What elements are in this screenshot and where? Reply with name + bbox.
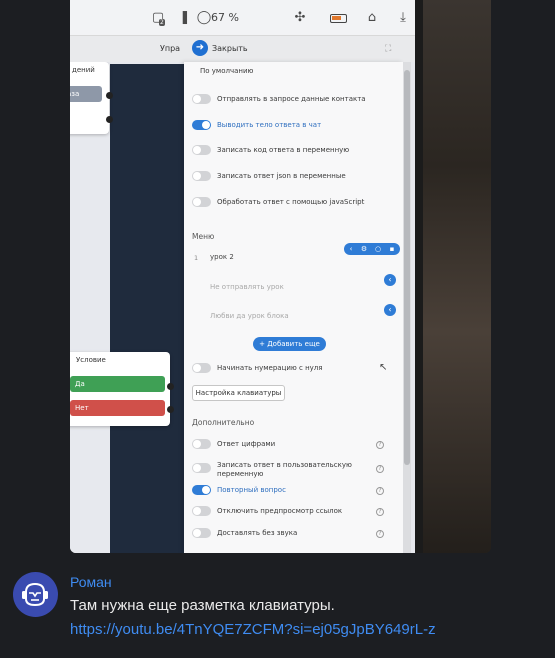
menu-item-input[interactable]: Не отправлять урок	[210, 280, 370, 294]
toggle-javascript[interactable]	[192, 197, 211, 207]
zoom-level: 67 %	[211, 11, 239, 24]
connector-dot[interactable]	[106, 116, 113, 123]
no-button[interactable]: Нет	[70, 400, 165, 416]
close-label[interactable]: Закрыть	[212, 44, 248, 53]
toggle-start-numbering[interactable]	[192, 363, 211, 373]
help-icon[interactable]: ?	[376, 530, 384, 538]
monitor-bezel	[415, 0, 423, 553]
connector-dot[interactable]	[106, 92, 113, 99]
flow-canvas-dark	[110, 64, 185, 553]
toggle-label: Выводить тело ответа в чат	[217, 121, 322, 129]
menu-section-title: Меню	[192, 232, 215, 241]
toggle-label: Начинать нумерацию с нуля	[217, 364, 323, 372]
mouse-cursor-icon: ↖	[379, 362, 388, 373]
browser-toolbar: ▢ 2 ❚ ◯ 67 % ✣ ⌂ ⤓	[70, 0, 415, 36]
node-title: дений	[72, 66, 95, 74]
default-select-value[interactable]: По умолчанию	[200, 67, 253, 76]
toggle-save-user-var[interactable]	[192, 463, 211, 473]
toggle-output-body[interactable]	[192, 120, 211, 130]
download-icon: ⤓	[400, 10, 406, 25]
connector-dot[interactable]	[167, 406, 174, 413]
toggle-link-preview[interactable]	[192, 506, 211, 516]
keyboard-settings-button[interactable]: Настройка клавиатуры	[192, 385, 285, 401]
puzzle-icon: ✣	[294, 10, 306, 25]
chevron-left-icon[interactable]: ‹	[384, 274, 396, 286]
node-button[interactable]: аза	[70, 86, 102, 102]
help-icon[interactable]: ?	[376, 487, 384, 495]
speech-bubble-icon: ◯	[196, 10, 212, 25]
condition-node[interactable]: Условие Да Нет	[70, 352, 170, 426]
battery-icon	[330, 14, 347, 23]
add-more-button[interactable]: + Добавить еще	[253, 337, 326, 351]
robot-icon	[22, 582, 48, 607]
additional-section-title: Дополнительно	[192, 418, 255, 427]
yes-button[interactable]: Да	[70, 376, 165, 392]
toggle-label: Обработать ответ с помощью javaScript	[217, 198, 365, 206]
toggle-label: Ответ цифрами	[217, 440, 276, 448]
toggle-save-code[interactable]	[192, 145, 211, 155]
toggle-silent[interactable]	[192, 528, 211, 538]
manage-label: Упра	[160, 44, 181, 53]
toggle-label: Записать ответ в пользовательскую переме…	[217, 461, 352, 478]
toggle-label: Отключить предпросмотр ссылок	[217, 507, 343, 515]
copy-icon[interactable]: ○	[373, 244, 383, 254]
close-button[interactable]: ➜	[192, 40, 208, 56]
expand-icon[interactable]: ⛶	[385, 44, 391, 54]
settings-panel	[184, 62, 403, 553]
avatar[interactable]	[13, 572, 58, 617]
menu-item-number: 1	[194, 254, 199, 262]
flow-node-top[interactable]: дений аза	[70, 62, 109, 134]
monitor-screen: ▢ 2 ❚ ◯ 67 % ✣ ⌂ ⤓ дений аза Условие Да …	[70, 0, 415, 553]
toggle-repeat-question[interactable]	[192, 485, 211, 495]
menu-item-input[interactable]: Любви да урок блока	[210, 309, 370, 323]
photo-attachment[interactable]: ▢ 2 ❚ ◯ 67 % ✣ ⌂ ⤓ дений аза Условие Да …	[70, 0, 491, 553]
condition-title: Условие	[76, 356, 106, 364]
gear-icon[interactable]: ⚙	[359, 244, 369, 254]
message-author[interactable]: Роман	[70, 574, 112, 590]
toggle-label: Доставлять без звука	[217, 529, 298, 537]
bookmark-icon: ❚	[179, 10, 191, 25]
menu-item-actions: ‹ ⚙ ○ ▪	[344, 243, 400, 255]
toggle-label: Отправлять в запросе данные контакта	[217, 95, 366, 103]
chevron-left-icon[interactable]: ‹	[384, 304, 396, 316]
pin-icon: ⌂	[367, 10, 377, 25]
chevron-left-icon[interactable]: ‹	[346, 244, 356, 254]
toggle-send-contact[interactable]	[192, 94, 211, 104]
tab-badge: 2	[159, 19, 165, 26]
toggle-label: Повторный вопрос	[217, 486, 286, 494]
toggle-label: Записать ответ json в переменные	[217, 172, 346, 180]
toggle-answer-digits[interactable]	[192, 439, 211, 449]
connector-dot[interactable]	[167, 383, 174, 390]
help-icon[interactable]: ?	[376, 441, 384, 449]
help-icon[interactable]: ?	[376, 508, 384, 516]
toggle-save-json[interactable]	[192, 171, 211, 181]
scrollbar-thumb[interactable]	[404, 70, 410, 465]
message-text: Там нужна еще разметка клавиатуры.	[70, 597, 335, 614]
trash-icon[interactable]: ▪	[387, 244, 397, 254]
photo-background	[423, 0, 491, 553]
help-icon[interactable]: ?	[376, 465, 384, 473]
message-link[interactable]: https://youtu.be/4TnYQE7ZCFM?si=ej05gJpB…	[70, 621, 436, 638]
toggle-label: Записать код ответа в переменную	[217, 146, 350, 154]
